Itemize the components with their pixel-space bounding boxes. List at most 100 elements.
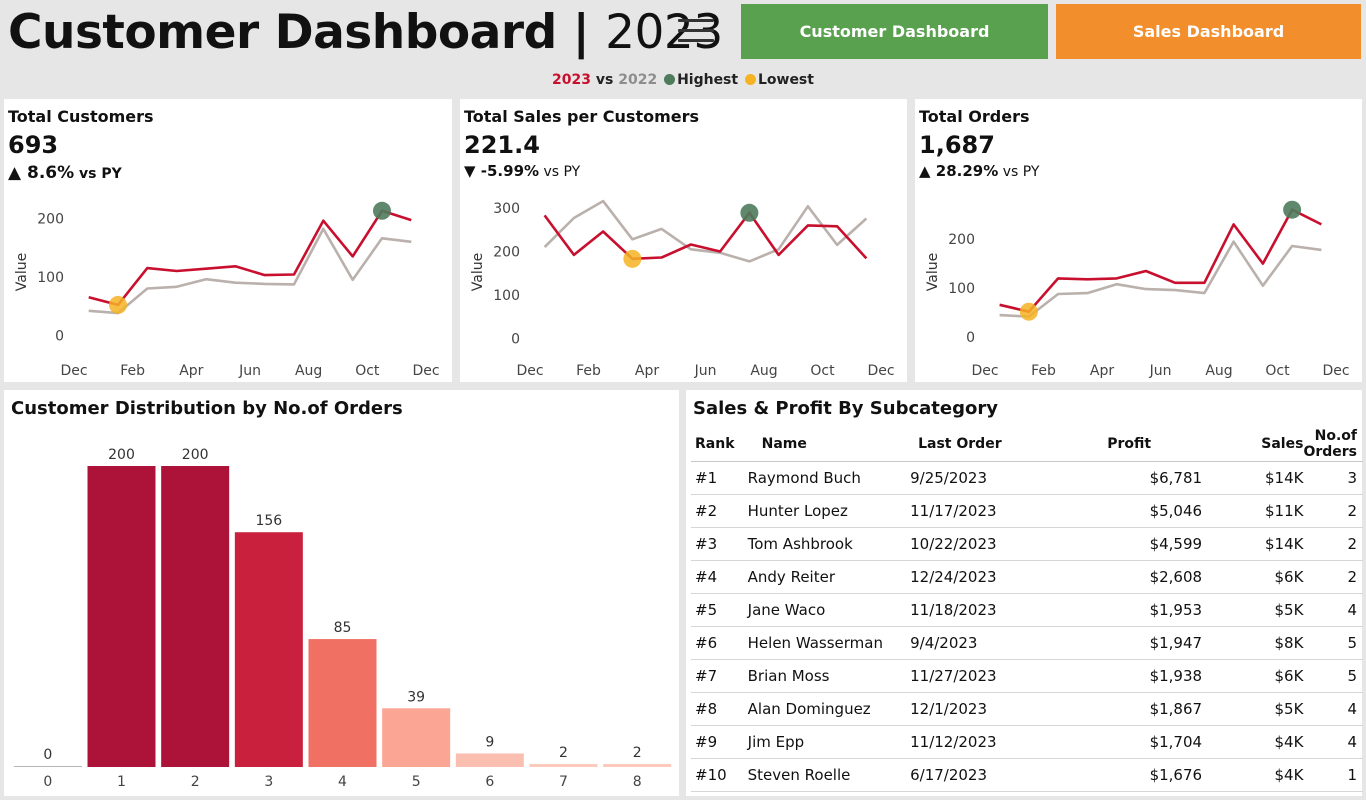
table-row[interactable]: #5 Jane Waco 11/18/2023 $1,953 $5K 4: [691, 593, 1363, 627]
sales-per-customer-line-chart: Value 0 100 200 300 Dec Feb Apr Jun Aug Oct Dec: [470, 199, 895, 379]
cell-last-order: 12/24/2023: [910, 560, 1058, 594]
cell-name: Jane Waco: [747, 593, 911, 627]
cell-profit: $2,608: [1057, 560, 1203, 594]
kpi-value: 693: [8, 131, 59, 159]
series-line-2023: [999, 208, 1322, 313]
x-tick-label: Jun: [238, 363, 261, 379]
hamburger-menu-icon[interactable]: [676, 14, 716, 50]
column-header-name[interactable]: Name: [747, 426, 911, 462]
table-row[interactable]: #7 Brian Moss 11/27/2023 $1,938 $6K 5: [691, 659, 1363, 693]
up-arrow-icon: ▲: [919, 162, 931, 180]
table-row[interactable]: #2 Hunter Lopez 11/17/2023 $5,046 $11K 2: [691, 494, 1363, 528]
bar-2: [161, 466, 230, 767]
x-tick-label: Oct: [355, 363, 380, 379]
lowest-point-marker: [623, 249, 642, 268]
customer-table: Rank Name Last Order Profit Sales No.of …: [691, 426, 1363, 792]
x-tick-label: 5: [412, 774, 421, 790]
cell-rank: #7: [691, 659, 748, 693]
y-tick-label: 200: [493, 244, 520, 260]
x-tick-label: 1: [117, 774, 126, 790]
x-tick-label: 2: [191, 774, 200, 790]
x-tick-label: 0: [43, 774, 52, 790]
cell-profit: $4,599: [1057, 527, 1203, 561]
bar-value-label: 200: [182, 447, 209, 463]
kpi-change: ▲ 8.6% vs PY: [8, 163, 122, 183]
cell-rank: #1: [691, 461, 748, 495]
cell-orders: 1: [1303, 758, 1363, 792]
bar-8: [603, 763, 672, 767]
x-tick-label: Apr: [179, 363, 203, 379]
cell-sales: $6K: [1202, 560, 1304, 594]
bar-value-label: 0: [43, 747, 52, 763]
table-row[interactable]: #9 Jim Epp 11/12/2023 $1,704 $4K 4: [691, 725, 1363, 759]
y-axis-label: Value: [470, 253, 486, 291]
cell-rank: #4: [691, 560, 748, 594]
cell-orders: 4: [1303, 725, 1363, 759]
cell-sales: $14K: [1202, 461, 1304, 495]
cell-sales: $14K: [1202, 527, 1304, 561]
table-row[interactable]: #1 Raymond Buch 9/25/2023 $6,781 $14K 3: [691, 461, 1363, 495]
legend-lowest: Lowest: [757, 72, 814, 88]
x-tick-label: Feb: [1031, 363, 1056, 379]
table-row[interactable]: #6 Helen Wasserman 9/4/2023 $1,947 $8K 5: [691, 626, 1363, 660]
kpi-change: ▼ -5.99% vs PY: [464, 162, 580, 180]
cell-last-order: 11/12/2023: [910, 725, 1058, 759]
kpi-vs-label: vs PY: [74, 166, 122, 182]
cell-rank: #9: [691, 725, 748, 759]
bar-4: [308, 639, 377, 767]
cell-sales: $5K: [1202, 692, 1304, 726]
table-row[interactable]: #8 Alan Dominguez 12/1/2023 $1,867 $5K 4: [691, 692, 1363, 726]
cell-name: Raymond Buch: [747, 461, 911, 495]
column-header-sales[interactable]: Sales: [1202, 426, 1304, 462]
cell-last-order: 10/22/2023: [910, 527, 1058, 561]
x-tick-label: 8: [633, 774, 642, 790]
x-tick-label: Aug: [750, 363, 777, 379]
column-header-last-order[interactable]: Last Order: [910, 426, 1058, 462]
table-row[interactable]: #3 Tom Ashbrook 10/22/2023 $4,599 $14K 2: [691, 527, 1363, 561]
cell-last-order: 11/17/2023: [910, 494, 1058, 528]
chart-legend: 2023 vs 2022 Highest Lowest: [0, 72, 1366, 88]
kpi-value: 1,687: [919, 131, 995, 159]
x-tick-label: Jun: [694, 363, 717, 379]
column-header-orders[interactable]: No.of Orders: [1303, 426, 1363, 462]
cell-rank: #3: [691, 527, 748, 561]
cell-sales: $11K: [1202, 494, 1304, 528]
y-tick-label: 100: [948, 281, 975, 297]
y-tick-label: 100: [493, 288, 520, 304]
cell-rank: #10: [691, 758, 748, 792]
bar-value-label: 2: [559, 745, 568, 761]
cell-profit: $6,781: [1057, 461, 1203, 495]
kpi-change-value: 28.29%: [930, 162, 999, 180]
x-tick-label: Oct: [810, 363, 835, 379]
customer-distribution-panel: Customer Distribution by No.of Orders 00…: [4, 390, 679, 796]
up-arrow-icon: ▲: [8, 163, 22, 183]
highest-point-marker: [373, 201, 391, 220]
cell-orders: 5: [1303, 659, 1363, 693]
cell-sales: $6K: [1202, 659, 1304, 693]
x-tick-label: Oct: [1265, 363, 1290, 379]
bar-0: [13, 766, 82, 767]
cell-rank: #8: [691, 692, 748, 726]
kpi-change: ▲ 28.29% vs PY: [919, 162, 1039, 180]
column-header-rank[interactable]: Rank: [691, 426, 748, 462]
cell-sales: $5K: [1202, 593, 1304, 627]
x-tick-label: Dec: [412, 363, 439, 379]
bar-value-label: 2: [633, 745, 642, 761]
column-header-profit[interactable]: Profit: [1057, 426, 1203, 462]
cell-orders: 3: [1303, 461, 1363, 495]
y-axis-label: Value: [14, 253, 30, 291]
table-row[interactable]: #4 Andy Reiter 12/24/2023 $2,608 $6K 2: [691, 560, 1363, 594]
sales-dashboard-button[interactable]: Sales Dashboard: [1056, 4, 1361, 59]
x-tick-label: Aug: [1205, 363, 1232, 379]
highest-dot-icon: [664, 74, 676, 85]
cell-name: Steven Roelle: [747, 758, 911, 792]
cell-rank: #5: [691, 593, 748, 627]
x-tick-label: 3: [264, 774, 273, 790]
table-header-row: Rank Name Last Order Profit Sales No.of …: [691, 426, 1363, 462]
cell-last-order: 12/1/2023: [910, 692, 1058, 726]
bar-value-label: 85: [334, 620, 352, 636]
table-row[interactable]: #10 Steven Roelle 6/17/2023 $1,676 $4K 1: [691, 758, 1363, 792]
customer-dashboard-button[interactable]: Customer Dashboard: [741, 4, 1048, 59]
cell-name: Andy Reiter: [747, 560, 911, 594]
total-orders-line-chart: Value 0 100 200 Dec Feb Apr Jun Aug Oct Dec: [925, 200, 1350, 379]
